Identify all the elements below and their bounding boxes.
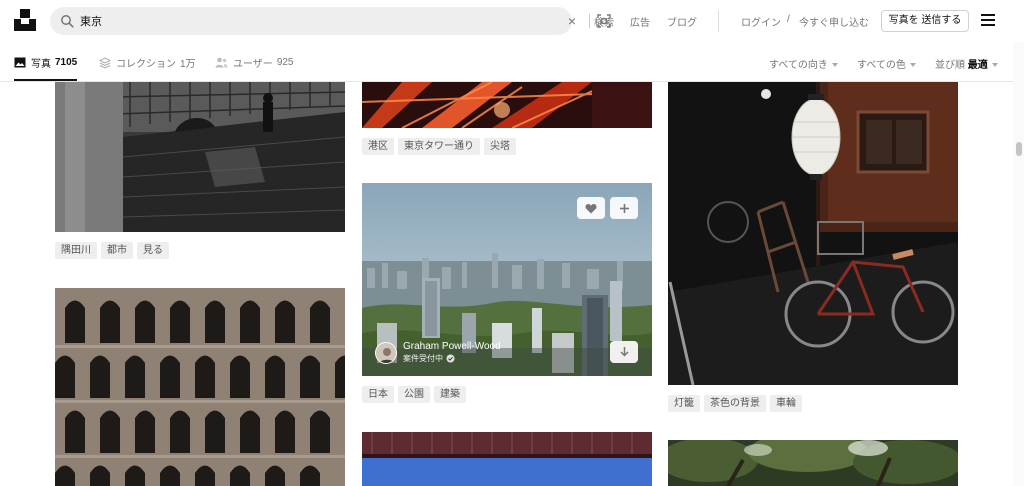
avatar-image	[376, 342, 396, 363]
active-tab-indicator	[14, 79, 77, 81]
tag-chip[interactable]: 建築	[434, 386, 466, 403]
tag-chip[interactable]: 灯籠	[668, 395, 700, 412]
login-signup-separator: /	[787, 14, 790, 25]
tag-chip[interactable]: 尖塔	[484, 138, 516, 155]
tag-chip[interactable]: 茶色の背景	[704, 395, 766, 412]
verified-check-icon	[446, 354, 455, 363]
nav-link-advertise[interactable]: 広告	[630, 14, 650, 29]
nav-link-blog[interactable]: ブログ	[667, 14, 697, 29]
hamburger-menu-icon[interactable]	[981, 14, 995, 26]
photo-arched-facade-image	[55, 288, 345, 486]
plus-icon	[619, 203, 629, 213]
chevron-down-icon	[831, 63, 838, 68]
photo-tokyo-tower-image	[362, 82, 652, 128]
tab-photos-count: 7105	[55, 57, 78, 68]
photo-trees[interactable]	[668, 440, 958, 486]
photo-blue-canopy[interactable]	[362, 432, 652, 486]
search-divider	[589, 14, 590, 28]
clear-search-icon[interactable]: ×	[564, 13, 580, 29]
users-icon	[215, 57, 228, 68]
orientation-label: すべての向き	[769, 60, 828, 71]
heart-icon	[585, 203, 597, 213]
header-divider	[718, 10, 719, 32]
tab-users[interactable]: ユーザー 925	[215, 55, 294, 70]
tab-users-label: ユーザー	[233, 59, 273, 70]
add-to-collection-button[interactable]	[610, 197, 638, 219]
tag-chip[interactable]: 港区	[362, 138, 394, 155]
photo-bw-building[interactable]	[55, 82, 345, 232]
tab-photos[interactable]: 写真 7105	[14, 55, 77, 70]
author-status-text: 案件受付中	[403, 354, 443, 363]
photo-lantern-bicycles[interactable]	[668, 82, 958, 385]
like-button[interactable]	[577, 197, 605, 219]
tag-chip[interactable]: 車輪	[770, 395, 802, 412]
tag-chip[interactable]: 東京タワー通り	[398, 138, 480, 155]
signup-link[interactable]: 今すぐ申し込む	[799, 14, 869, 29]
author-text: Graham Powell-Wood 案件受付中	[397, 341, 501, 364]
photo-lantern-bicycles-image	[668, 82, 958, 385]
photo-arched-facade[interactable]	[55, 288, 345, 486]
sort-value: 最適	[967, 60, 988, 71]
search-input[interactable]	[80, 11, 520, 31]
sort-label: 並び順	[935, 60, 965, 71]
photo-bw-building-image	[55, 82, 345, 232]
tab-collections-label: コレクション	[116, 59, 176, 70]
color-label: すべての色	[857, 60, 906, 71]
photo-trees-image	[668, 440, 958, 486]
top-header: × 検索 広告 ブログ ログイン / 今すぐ申し込む 写真を 送信する	[0, 0, 1024, 42]
tab-collections-count: 1万	[180, 59, 196, 70]
tab-users-count: 925	[276, 57, 294, 68]
avatar	[375, 341, 397, 364]
author-name[interactable]: Graham Powell-Wood	[403, 341, 501, 353]
submit-photo-button[interactable]: 写真を 送信する	[881, 10, 969, 32]
tag-chip[interactable]: 見る	[137, 242, 169, 259]
orientation-dropdown[interactable]: すべての向き	[769, 56, 838, 71]
download-button[interactable]	[610, 341, 638, 363]
tag-chip[interactable]: 公園	[398, 386, 430, 403]
chevron-down-icon	[909, 63, 916, 68]
download-arrow-icon	[619, 347, 629, 357]
tag-chip[interactable]: 隅田川	[55, 242, 97, 259]
scrollbar-thumb[interactable]	[1016, 142, 1022, 156]
photo-icon	[14, 57, 26, 68]
photo-blue-canopy-image	[362, 432, 652, 486]
tag-chip[interactable]: 都市	[101, 242, 133, 259]
collections-stack-icon	[99, 56, 111, 69]
photo-author[interactable]: Graham Powell-Wood 案件受付中	[375, 341, 501, 364]
login-link[interactable]: ログイン	[741, 14, 781, 29]
search-icon	[61, 15, 74, 28]
photo-tokyo-tower[interactable]	[362, 82, 652, 128]
author-hire-status: 案件受付中	[403, 353, 501, 364]
tab-photos-label: 写真	[31, 59, 51, 70]
tag-chip[interactable]: 日本	[362, 386, 394, 403]
chevron-down-icon	[991, 63, 998, 68]
sort-dropdown[interactable]: 並び順 最適	[935, 56, 998, 71]
unsplash-logo-icon[interactable]	[14, 9, 36, 31]
nav-link-explore[interactable]: 検索	[594, 14, 614, 29]
filter-bar: 写真 7105 コレクション 1万 ユーザー 925 すべての向き すべての色 …	[0, 42, 1013, 82]
tab-collections[interactable]: コレクション 1万	[99, 55, 196, 70]
scrollbar-track[interactable]	[1013, 42, 1024, 486]
color-dropdown[interactable]: すべての色	[857, 56, 916, 71]
search-bar: ×	[50, 7, 611, 35]
